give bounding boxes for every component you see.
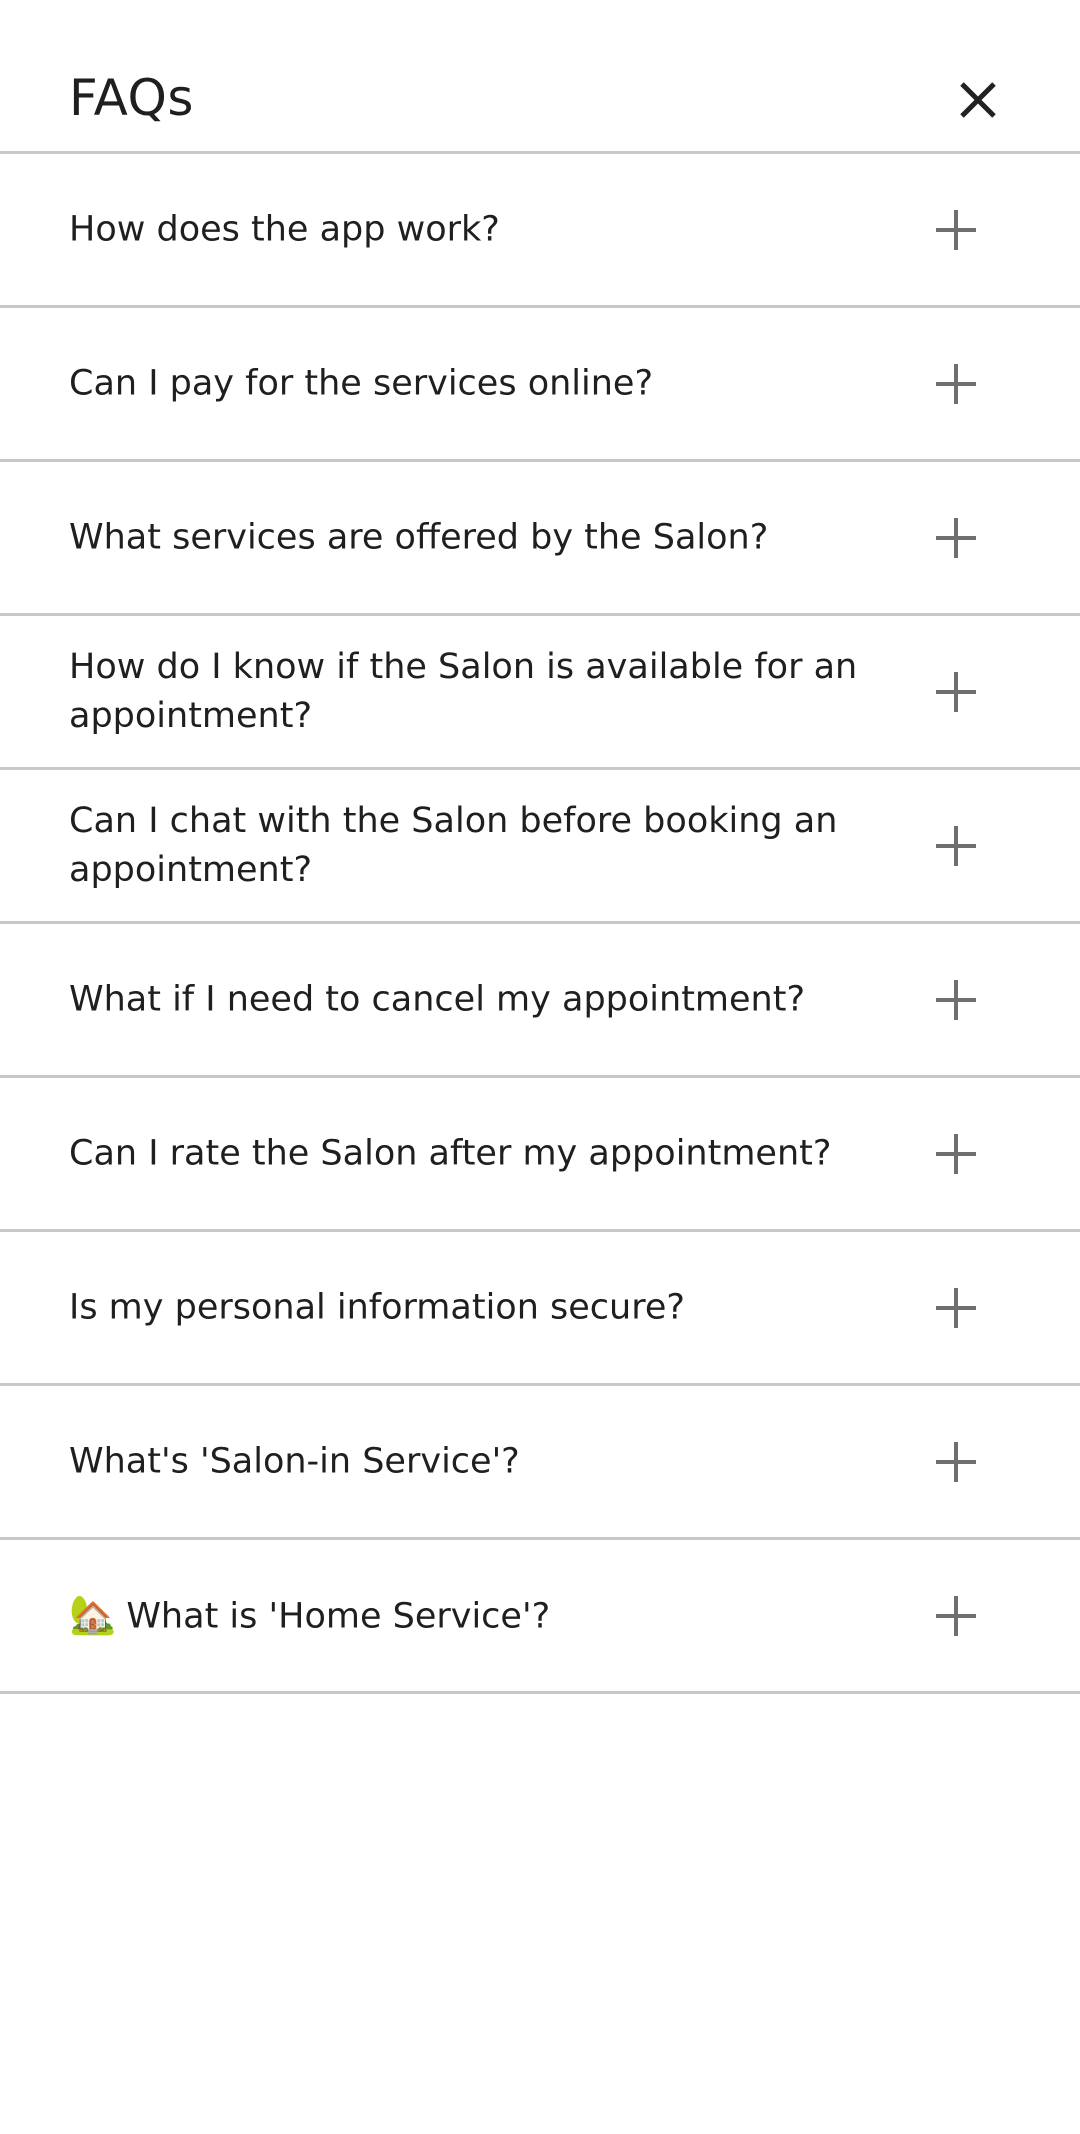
- faq-question-text: What is 'Home Service'?: [126, 1596, 551, 1636]
- plus-icon[interactable]: [934, 670, 978, 714]
- faq-item[interactable]: What's 'Salon-in Service'?: [0, 1386, 1080, 1540]
- faq-item[interactable]: How do I know if the Salon is available …: [0, 616, 1080, 770]
- faq-question: What's 'Salon-in Service'?: [69, 1441, 520, 1481]
- faq-question: How do I know if the Salon is available …: [69, 646, 858, 736]
- close-icon: [960, 82, 996, 118]
- faq-item[interactable]: Is my personal information secure?: [0, 1232, 1080, 1386]
- plus-icon[interactable]: [934, 978, 978, 1022]
- plus-icon[interactable]: [934, 1286, 978, 1330]
- faq-question: Can I rate the Salon after my appointmen…: [69, 1133, 832, 1173]
- plus-icon[interactable]: [934, 1594, 978, 1638]
- faq-item[interactable]: Can I rate the Salon after my appointmen…: [0, 1078, 1080, 1232]
- plus-icon[interactable]: [934, 362, 978, 406]
- faq-item[interactable]: 🏡 What is 'Home Service'?: [0, 1540, 1080, 1694]
- faq-item[interactable]: What services are offered by the Salon?: [0, 462, 1080, 616]
- page-title: FAQs: [69, 69, 194, 127]
- faq-item[interactable]: Can I pay for the services online?: [0, 308, 1080, 462]
- faq-question: Can I pay for the services online?: [69, 363, 654, 403]
- plus-icon[interactable]: [934, 208, 978, 252]
- plus-icon[interactable]: [934, 824, 978, 868]
- faq-question: Is my personal information secure?: [69, 1287, 685, 1327]
- faq-question: Can I chat with the Salon before booking…: [69, 800, 838, 890]
- faq-question: What services are offered by the Salon?: [69, 517, 769, 557]
- faq-question: 🏡 What is 'Home Service'?: [69, 1590, 889, 1641]
- faq-item[interactable]: Can I chat with the Salon before booking…: [0, 770, 1080, 924]
- faq-item[interactable]: How does the app work?: [0, 154, 1080, 308]
- faq-question: How does the app work?: [69, 209, 500, 249]
- faq-item[interactable]: What if I need to cancel my appointment?: [0, 924, 1080, 1078]
- close-button[interactable]: [948, 70, 1008, 130]
- faq-header: FAQs: [0, 0, 1080, 154]
- house-icon: 🏡: [69, 1592, 117, 1636]
- faq-list: How does the app work? Can I pay for the…: [0, 154, 1080, 1694]
- plus-icon[interactable]: [934, 516, 978, 560]
- plus-icon[interactable]: [934, 1440, 978, 1484]
- faq-question: What if I need to cancel my appointment?: [69, 979, 806, 1019]
- plus-icon[interactable]: [934, 1132, 978, 1176]
